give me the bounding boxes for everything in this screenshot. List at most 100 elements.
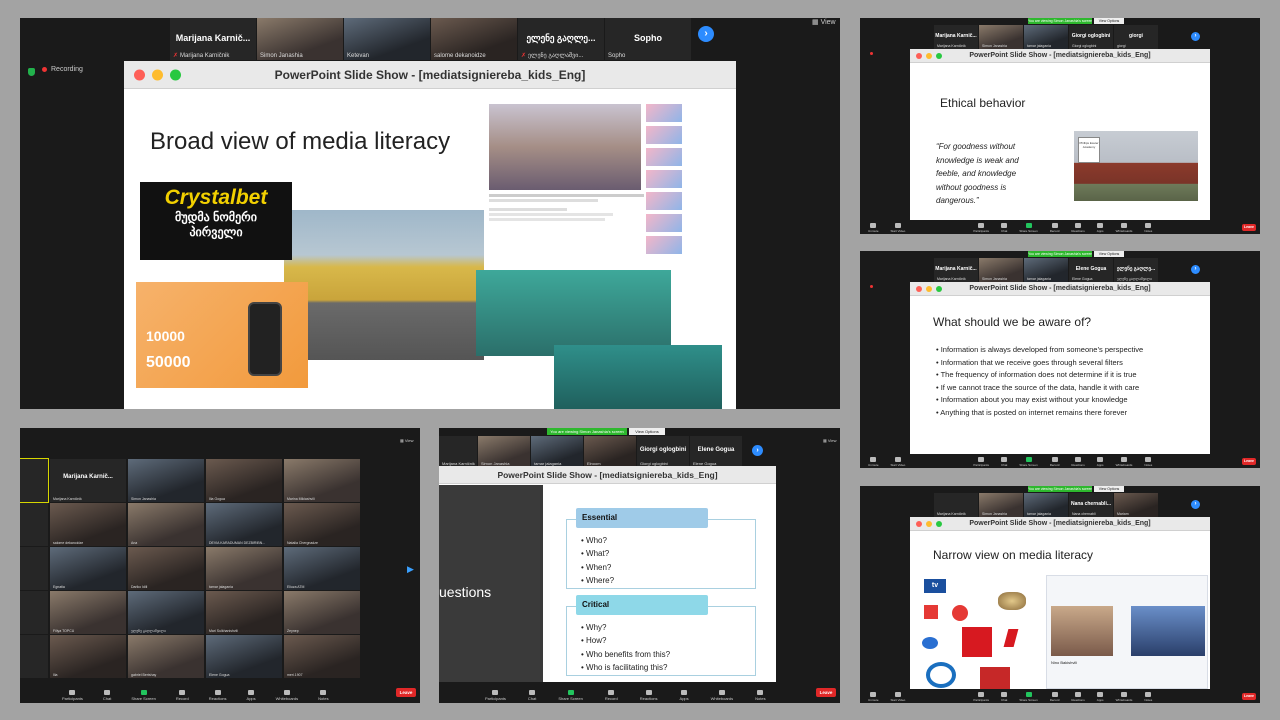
participants-button[interactable]: Participants <box>973 223 989 233</box>
participant-tile[interactable]: tamar jalagania <box>531 436 583 467</box>
participant-tile[interactable]: ელენე გაღლე... ✗ ელენე გაღლაშვი... <box>518 18 604 60</box>
unmute-button[interactable]: Unmute <box>868 457 879 467</box>
participant-tile[interactable] <box>20 547 48 590</box>
reactions-button[interactable]: Reactions <box>640 690 658 701</box>
share-screen-button[interactable]: Share Screen <box>131 690 156 701</box>
reactions-button[interactable]: Reactions <box>1071 223 1085 233</box>
minimize-window-icon[interactable] <box>926 285 932 292</box>
video-thumbnail[interactable] <box>646 236 682 254</box>
record-button[interactable]: Record <box>176 690 189 701</box>
minimize-window-icon[interactable] <box>926 520 932 527</box>
apps-button[interactable]: Apps <box>1097 692 1104 702</box>
view-options-button[interactable]: View Options <box>1094 18 1124 24</box>
view-options-button[interactable]: View Options <box>1094 486 1124 492</box>
next-page-arrow-icon[interactable]: › <box>752 445 763 456</box>
participant-tile[interactable]: Marijana Karničnik <box>439 436 477 467</box>
participant-tile[interactable]: Natalia Chergnadze <box>284 503 360 546</box>
apps-button[interactable]: Apps <box>1097 223 1104 233</box>
participant-tile[interactable]: Marina Mikiashvili <box>284 459 360 502</box>
leave-button[interactable]: Leave <box>816 688 836 697</box>
participant-tile[interactable]: Simon Janashia <box>979 493 1023 517</box>
participant-tile[interactable]: Nana chernabli... Nana chernabli <box>1069 493 1113 517</box>
participant-tile[interactable]: Marijana Karnič... Marijana Karničnik <box>934 25 978 49</box>
leave-button[interactable]: Leave <box>1242 458 1256 465</box>
participant-tile[interactable]: Simon Janashia <box>128 459 204 502</box>
participant-tile[interactable]: Simon Janashia <box>979 25 1023 49</box>
participant-tile[interactable] <box>20 503 48 546</box>
video-thumbnail[interactable] <box>646 214 682 232</box>
start-video-button[interactable]: Start Video <box>891 692 905 702</box>
next-page-arrow-icon[interactable]: › <box>1191 500 1200 509</box>
share-screen-button[interactable]: Share Screen <box>1019 692 1038 702</box>
unmute-button[interactable]: Unmute <box>868 223 879 233</box>
leave-button[interactable]: Leave <box>1242 693 1256 700</box>
video-thumbnail[interactable] <box>646 126 682 144</box>
close-window-icon[interactable] <box>916 52 922 59</box>
participant-tile[interactable]: Eliuza ATM <box>284 547 360 590</box>
share-screen-button[interactable]: Share Screen <box>1019 223 1038 233</box>
participant-tile[interactable]: Sopho Sopho <box>605 18 691 60</box>
participant-tile[interactable]: Marijana Karničnik <box>934 493 978 517</box>
participant-tile[interactable]: Ana <box>128 503 204 546</box>
participant-tile[interactable]: meri.1907 <box>284 635 360 678</box>
participants-button[interactable]: Participants <box>485 690 506 701</box>
maximize-window-icon[interactable] <box>936 52 942 59</box>
participant-tile[interactable]: salome dekanoidze <box>431 18 517 60</box>
participant-tile[interactable]: Elene Gogua <box>206 635 282 678</box>
video-thumbnail[interactable] <box>646 170 682 188</box>
participant-tile[interactable]: Mariam <box>1114 493 1158 517</box>
whiteboards-button[interactable]: Whiteboards <box>276 690 298 701</box>
participant-tile[interactable]: ელენე გაღლე... ელენე გაღლაშვილი <box>1114 258 1158 282</box>
participant-tile[interactable]: Egnatia <box>50 547 126 590</box>
chat-button[interactable]: Chat <box>1001 692 1007 702</box>
participant-tile[interactable]: tamar jalagania <box>1024 25 1068 49</box>
record-button[interactable]: Record <box>1050 457 1059 467</box>
participant-tile[interactable] <box>20 458 49 503</box>
video-thumbnail[interactable] <box>646 104 682 122</box>
notes-button[interactable]: Notes <box>318 690 329 701</box>
participants-button[interactable]: Participants <box>62 690 83 701</box>
participant-tile[interactable]: gabriel Bertshay <box>128 635 204 678</box>
participants-button[interactable]: Participants <box>973 457 989 467</box>
participant-tile[interactable]: Zeynep <box>284 591 360 634</box>
participant-tile[interactable]: Elnoom <box>584 436 636 467</box>
notes-button[interactable]: Notes <box>1144 692 1152 702</box>
start-video-button[interactable]: Start Video <box>891 457 905 467</box>
chat-button[interactable]: Chat <box>528 690 536 701</box>
whiteboards-button[interactable]: Whiteboards <box>1116 223 1132 233</box>
reactions-button[interactable]: Reactions <box>1071 457 1085 467</box>
participant-tile[interactable]: Giorgi oglogbini Giorgi oglogbini <box>1069 25 1113 49</box>
record-button[interactable]: Record <box>1050 692 1059 702</box>
chat-button[interactable]: Chat <box>1001 223 1007 233</box>
participant-tile[interactable]: Ketevan <box>344 18 430 60</box>
notes-button[interactable]: Notes <box>1144 223 1152 233</box>
participant-tile[interactable]: Marijana Karnič... ✗ Marijana Karničnik <box>170 18 256 60</box>
apps-button[interactable]: Apps <box>680 690 689 701</box>
participant-tile[interactable]: salome dekanoidze <box>50 503 126 546</box>
chat-button[interactable]: Chat <box>103 690 111 701</box>
next-page-arrow-icon[interactable]: › <box>1191 32 1200 41</box>
participant-tile[interactable]: Marijana Karnič... Marijana Karničnik <box>934 258 978 282</box>
apps-button[interactable]: Apps <box>1097 457 1104 467</box>
view-options-button[interactable]: View Options <box>1094 251 1124 257</box>
leave-button[interactable]: Leave <box>396 688 416 697</box>
reactions-button[interactable]: Reactions <box>1071 692 1085 702</box>
close-window-icon[interactable] <box>916 520 922 527</box>
video-thumbnail[interactable] <box>646 192 682 210</box>
whiteboards-button[interactable]: Whiteboards <box>711 690 733 701</box>
participant-tile[interactable]: Mari Sulkhanishvili <box>206 591 282 634</box>
record-button[interactable]: Record <box>605 690 618 701</box>
participant-tile[interactable]: Simon Janashia <box>257 18 343 60</box>
participant-tile[interactable]: Ilia Gogua <box>206 459 282 502</box>
unmute-button[interactable]: Unmute <box>868 692 879 702</box>
maximize-window-icon[interactable] <box>936 520 942 527</box>
participant-tile[interactable]: Filiya TOPCU <box>50 591 126 634</box>
participant-tile[interactable]: Dariko Idili <box>128 547 204 590</box>
notes-button[interactable]: Notes <box>1144 457 1152 467</box>
record-button[interactable]: Record <box>1050 223 1059 233</box>
participant-tile[interactable]: giorgi giorgi <box>1114 25 1158 49</box>
participant-tile[interactable]: Marijana Karnič... Marijana Karničnik <box>50 459 126 502</box>
whiteboards-button[interactable]: Whiteboards <box>1116 692 1132 702</box>
whiteboards-button[interactable]: Whiteboards <box>1116 457 1132 467</box>
participant-tile[interactable]: DEVIA KARADUMAN DEZBIRIBN... <box>206 503 282 546</box>
